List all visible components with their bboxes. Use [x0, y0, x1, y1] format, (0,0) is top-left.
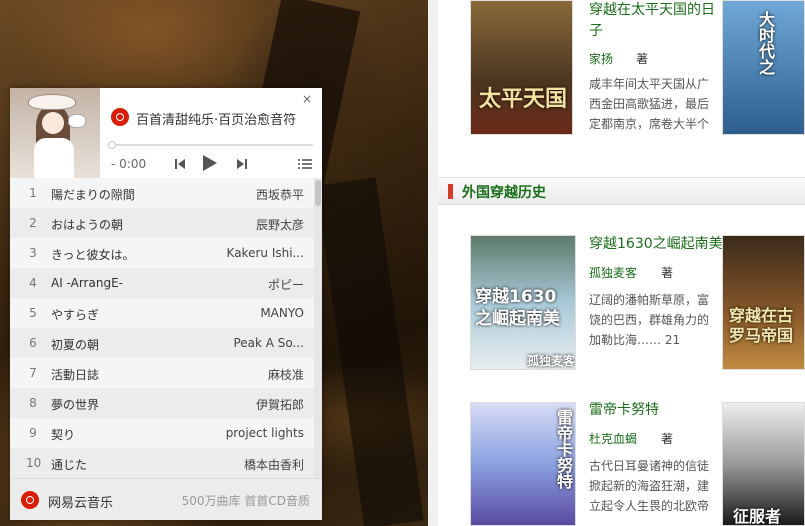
book-cover[interactable]: 太平天国 [470, 0, 573, 135]
track-row[interactable]: 1 陽だまりの隙間 西坂恭平 [10, 178, 314, 208]
album-art-shape [68, 114, 86, 128]
track-title: おはようの朝 [51, 218, 124, 232]
section-header: 外国穿越历史 [438, 177, 805, 205]
progress-bar[interactable] [108, 141, 313, 149]
playlist-title[interactable]: 百首清甜纯乐·百页治愈音符 [136, 109, 296, 128]
track-number: 7 [29, 366, 37, 380]
book-title-link[interactable]: 穿越在太平天国的日子 [589, 0, 724, 42]
book-description: 辽阔的潘帕斯草原，富饶的巴西，群雄角力的加勒比海…… 21 [589, 290, 714, 350]
track-artist: Peak A So... [233, 336, 304, 350]
track-title: きっと彼女は。 [51, 248, 135, 262]
track-number: 10 [26, 456, 42, 470]
track-title: 活動日誌 [51, 368, 100, 382]
cover-title: 大时代之 [756, 11, 775, 75]
brand-slogan: 500万曲库 首首CD音质 [181, 494, 310, 508]
track-artist: ポピー [267, 278, 304, 292]
section-title: 外国穿越历史 [462, 185, 546, 201]
track-artist: 伊賀拓郎 [255, 398, 304, 412]
cover-title: 穿越1630之崛起南美 [475, 287, 560, 329]
book-author-link[interactable]: 杜克血蝎 [589, 430, 637, 447]
track-number: 3 [29, 246, 37, 260]
track-title: 夢の世界 [51, 398, 100, 412]
track-artist: 麻枝准 [267, 368, 304, 382]
track-row[interactable]: 9 契り project lights [10, 418, 314, 448]
track-number: 8 [29, 396, 37, 410]
track-artist: 橋本由香利 [243, 458, 304, 472]
album-art-shape [34, 138, 74, 178]
book-description: 咸丰年间太平天国从广西金田高歌猛进，最后定都南京，席卷大半个 [589, 77, 710, 131]
track-title: 通じた [51, 458, 88, 472]
track-number: 9 [29, 426, 37, 440]
next-track-icon[interactable] [236, 158, 248, 170]
track-number: 1 [29, 186, 37, 200]
album-art[interactable] [10, 88, 100, 178]
track-title: やすらぎ [51, 308, 100, 322]
close-button[interactable]: × [302, 92, 312, 106]
playlist-icon[interactable] [298, 158, 312, 170]
netease-logo-icon [111, 108, 129, 126]
track-number: 6 [29, 336, 37, 350]
track-row[interactable]: 2 おはようの朝 辰野太彦 [10, 208, 314, 238]
track-row[interactable]: 5 やすらぎ MANYO [10, 298, 314, 328]
cover-title: 雷帝卡努特 [554, 409, 573, 489]
track-row[interactable]: 3 きっと彼女は。 Kakeru Ishi... [10, 238, 314, 268]
book-title-link[interactable]: 雷帝卡努特 [589, 400, 724, 421]
track-list: 1 陽だまりの隙間 西坂恭平 2 おはようの朝 辰野太彦 3 きっと彼女は。 K… [10, 178, 322, 478]
book-author-link[interactable]: 家扬 [589, 50, 613, 67]
track-title: 陽だまりの隙間 [51, 188, 135, 202]
track-number: 5 [29, 306, 37, 320]
book-cover[interactable]: 穿越1630之崛起南美 孤独麦客 [470, 235, 576, 370]
album-art-shape [42, 112, 64, 134]
track-row[interactable]: 4 AI -ArrangE- ポピー [10, 268, 314, 298]
book-description-text: 辽阔的潘帕斯草原，富饶的巴西，群雄角力的加勒比海…… [589, 293, 710, 347]
track-number: 2 [29, 216, 37, 230]
track-artist: 西坂恭平 [255, 188, 304, 202]
track-row[interactable]: 6 初夏の朝 Peak A So... [10, 328, 314, 358]
cover-title: 穿越在古罗马帝国 [729, 306, 794, 345]
book-cover[interactable]: 穿越在古罗马帝国 [722, 235, 805, 370]
track-number: 4 [29, 276, 37, 290]
player-footer: 网易云音乐 500万曲库 首首CD音质 [10, 478, 322, 520]
book-title-link[interactable]: 穿越1630之崛起南美 [589, 234, 724, 255]
background-shape [316, 177, 424, 526]
track-artist: Kakeru Ishi... [226, 246, 304, 260]
book-cover[interactable]: 征服者 [722, 402, 805, 526]
cover-title: 征服者 [733, 507, 782, 526]
music-player: 百首清甜纯乐·百页治愈音符 × - 0:00 1 陽だまりの隙間 西坂恭平 2 … [10, 88, 322, 520]
time-display: - 0:00 [111, 157, 147, 171]
scrollbar-thumb[interactable] [315, 180, 321, 206]
book-author-link[interactable]: 孤独麦客 [589, 264, 637, 281]
author-suffix: 著 [661, 432, 674, 446]
play-icon[interactable] [202, 154, 218, 172]
book-cover[interactable]: 大时代之 [722, 0, 805, 135]
track-row[interactable]: 8 夢の世界 伊賀拓郎 [10, 388, 314, 418]
player-header: 百首清甜纯乐·百页治愈音符 × - 0:00 [10, 88, 322, 178]
book-cover[interactable]: 雷帝卡努特 [470, 402, 576, 526]
author-suffix: 著 [661, 266, 674, 280]
track-title: AI -ArrangE- [51, 276, 123, 290]
progress-knob[interactable] [108, 141, 116, 149]
author-suffix: 著 [636, 52, 649, 66]
track-row[interactable]: 10 通じた 橋本由香利 [10, 448, 314, 478]
track-title: 契り [51, 428, 76, 442]
track-artist: project lights [225, 426, 304, 440]
netease-logo-icon[interactable] [21, 491, 39, 509]
book-count: 21 [664, 333, 681, 347]
brand-name[interactable]: 网易云音乐 [48, 492, 113, 511]
cover-title: 太平天国 [479, 87, 568, 112]
album-art-shape [28, 94, 76, 110]
section-marker [448, 184, 453, 199]
track-row[interactable]: 7 活動日誌 麻枝准 [10, 358, 314, 388]
scrollbar[interactable] [314, 178, 322, 478]
cover-author: 孤独麦客 [527, 354, 576, 368]
track-artist: 辰野太彦 [255, 218, 304, 232]
track-artist: MANYO [260, 306, 304, 320]
track-title: 初夏の朝 [51, 338, 100, 352]
previous-track-icon[interactable] [174, 158, 186, 170]
book-description: 古代日耳曼诸神的信徒掀起新的海盗狂潮，建立起令人生畏的北欧帝 [589, 459, 710, 513]
